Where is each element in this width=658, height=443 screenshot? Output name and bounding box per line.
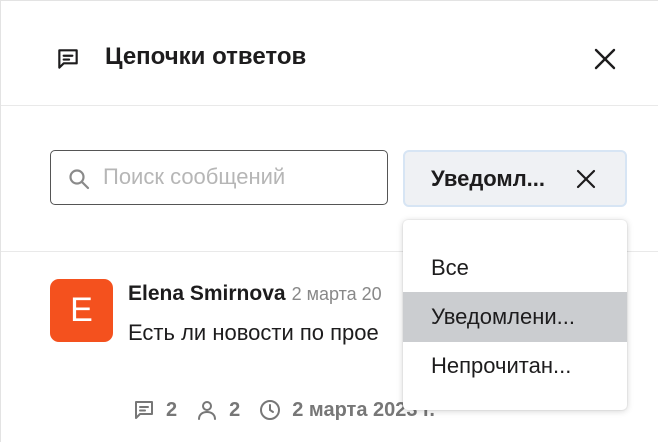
filter-option-notifications[interactable]: Уведомлени... [403,292,627,342]
message-timestamp: 2 марта 20 [291,284,382,304]
panel-header: Цепочки ответов [1,1,658,106]
replies-icon [135,401,153,419]
threads-icon [58,49,78,69]
participant-count: 2 [229,398,241,421]
search-icon [69,169,90,190]
panel-title: Цепочки ответов [105,43,307,70]
filter-dropdown-menu: Все Уведомлени... Непрочитан... [403,220,627,410]
thread-meta: 2 2 2 марта 2023 г. [132,398,435,422]
reply-count: 2 [166,398,178,421]
message-header: Elena Smirnova 2 марта 20 [128,282,382,306]
message-text: Есть ли новости по прое [128,320,379,345]
author-name[interactable]: Elena Smirnova [128,282,286,305]
filter-option-unread[interactable]: Непрочитан... [403,341,627,391]
search-input[interactable] [103,159,373,195]
filter-option-all[interactable]: Все [403,243,627,293]
filter-selected-label: Уведомл... [431,166,546,191]
search-box[interactable] [50,150,388,205]
avatar[interactable]: E [50,279,113,342]
participants-icon [198,401,217,420]
close-panel-button[interactable] [589,43,621,75]
close-icon[interactable] [573,166,599,192]
threads-panel: Цепочки ответов Уведомл... E Elena Smirn… [0,0,658,442]
clock-icon [260,400,281,420]
filter-dropdown-button[interactable]: Уведомл... [403,150,627,207]
